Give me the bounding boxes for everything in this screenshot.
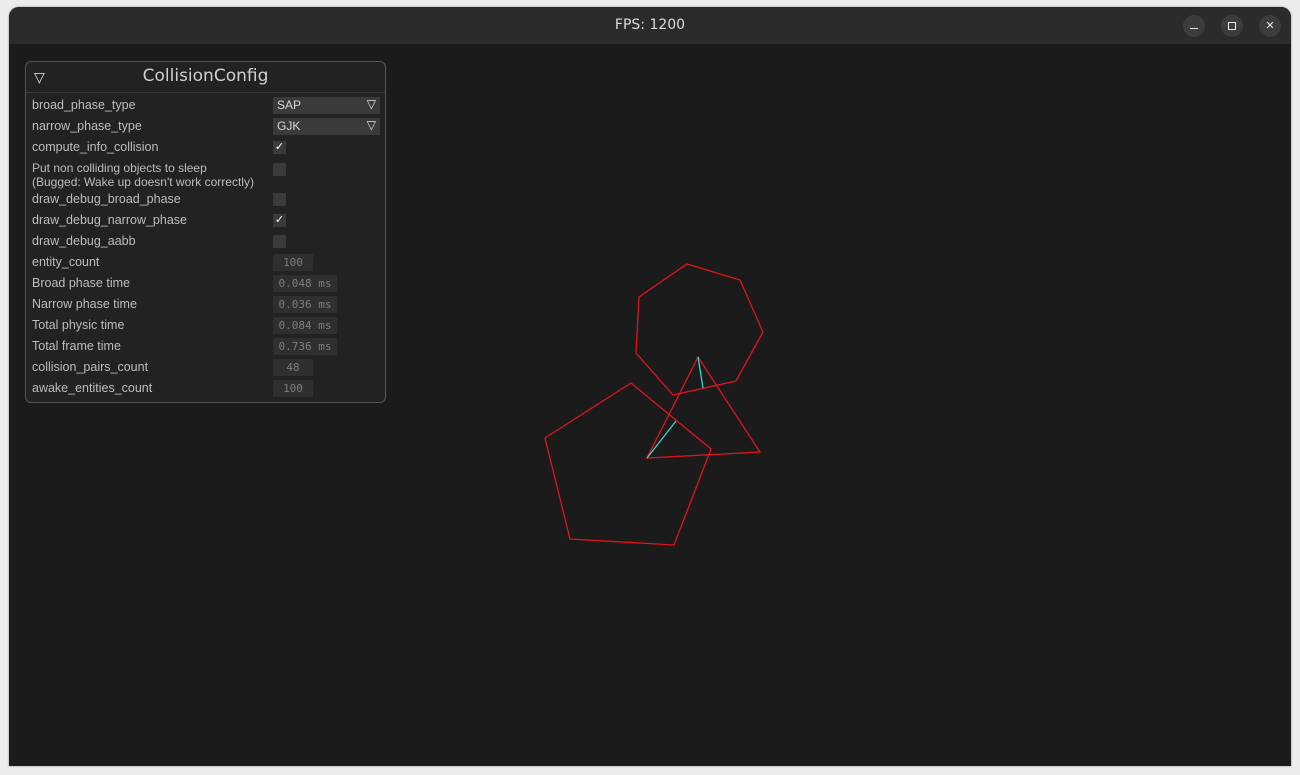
broad-phase-type-label: broad_phase_type: [32, 98, 136, 112]
narrow-phase-type-label: narrow_phase_type: [32, 119, 142, 133]
compute-info-collision-label: compute_info_collision: [32, 140, 159, 154]
total-physic-time-value: 0.084 ms: [273, 317, 337, 334]
panel-header[interactable]: ▽ CollisionConfig: [26, 62, 385, 93]
collision-pairs-count-label: collision_pairs_count: [32, 360, 149, 374]
dropdown-arrow-icon: ▽: [366, 97, 376, 111]
maximize-icon: [1228, 22, 1236, 30]
narrow-phase-type-dropdown[interactable]: GJK ▽: [273, 118, 380, 135]
row-narrow-phase-type: narrow_phase_type GJK ▽: [32, 118, 380, 137]
close-button[interactable]: ✕: [1259, 15, 1281, 37]
collision-config-panel[interactable]: ▽ CollisionConfig broad_phase_type SAP ▽…: [25, 61, 386, 403]
pentagon-shape: [544, 382, 712, 546]
row-total-frame-time: Total frame time 0.736 ms: [32, 338, 380, 357]
row-narrow-phase-time: Narrow phase time 0.036 ms: [32, 296, 380, 315]
narrow-phase-time-value: 0.036 ms: [273, 296, 337, 313]
row-sleep: Put non colliding objects to sleep (Bugg…: [32, 161, 380, 190]
row-collision-pairs-count: collision_pairs_count 48: [32, 359, 380, 378]
app-window: FPS: 1200 ✕ ▽ CollisionConfig broad_phas…: [9, 7, 1291, 766]
row-draw-debug-aabb: draw_debug_aabb: [32, 233, 380, 252]
draw-debug-aabb-checkbox[interactable]: [273, 235, 286, 248]
draw-debug-narrow-phase-label: draw_debug_narrow_phase: [32, 213, 187, 227]
draw-debug-narrow-phase-checkbox[interactable]: ✓: [273, 214, 286, 227]
broad-phase-time-value: 0.048 ms: [273, 275, 337, 292]
row-broad-phase-type: broad_phase_type SAP ▽: [32, 97, 380, 116]
compute-info-collision-checkbox[interactable]: ✓: [273, 141, 286, 154]
sleep-checkbox[interactable]: [273, 163, 286, 176]
sleep-label: Put non colliding objects to sleep (Bugg…: [32, 161, 254, 189]
draw-debug-broad-phase-checkbox[interactable]: [273, 193, 286, 206]
row-awake-entities-count: awake_entities_count 100: [32, 380, 380, 399]
dropdown-arrow-icon: ▽: [366, 118, 376, 132]
awake-entities-count-value: 100: [273, 380, 313, 397]
minimize-button[interactable]: [1183, 15, 1205, 37]
maximize-button[interactable]: [1221, 15, 1243, 37]
heptagon-shape: [635, 263, 764, 396]
draw-debug-broad-phase-label: draw_debug_broad_phase: [32, 192, 181, 206]
sleep-label-line1: Put non colliding objects to sleep: [32, 161, 207, 175]
broad-phase-type-value: SAP: [277, 98, 302, 112]
close-icon: ✕: [1265, 19, 1275, 32]
panel-title: CollisionConfig: [142, 66, 269, 86]
draw-debug-aabb-label: draw_debug_aabb: [32, 234, 136, 248]
row-draw-debug-broad-phase: draw_debug_broad_phase: [32, 191, 380, 210]
title-bar[interactable]: FPS: 1200 ✕: [9, 7, 1291, 44]
row-draw-debug-narrow-phase: draw_debug_narrow_phase ✓: [32, 212, 380, 231]
total-physic-time-label: Total physic time: [32, 318, 125, 332]
awake-entities-count-label: awake_entities_count: [32, 381, 153, 395]
sleep-label-line2: (Bugged: Wake up doesn't work correctly): [32, 175, 254, 189]
broad-phase-time-label: Broad phase time: [32, 276, 130, 290]
broad-phase-type-dropdown[interactable]: SAP ▽: [273, 97, 380, 114]
minimize-icon: [1190, 28, 1198, 29]
row-entity-count: entity_count 100: [32, 254, 380, 273]
contact-normal-line: [646, 420, 677, 459]
row-total-physic-time: Total physic time 0.084 ms: [32, 317, 380, 336]
row-broad-phase-time: Broad phase time 0.048 ms: [32, 275, 380, 294]
narrow-phase-type-value: GJK: [277, 119, 301, 133]
window-title: FPS: 1200: [614, 17, 686, 33]
total-frame-time-value: 0.736 ms: [273, 338, 337, 355]
total-frame-time-label: Total frame time: [32, 339, 121, 353]
row-compute-info-collision: compute_info_collision ✓: [32, 139, 380, 158]
narrow-phase-time-label: Narrow phase time: [32, 297, 137, 311]
entity-count-input[interactable]: 100: [273, 254, 313, 271]
entity-count-label: entity_count: [32, 255, 100, 269]
collision-pairs-count-value: 48: [273, 359, 313, 376]
